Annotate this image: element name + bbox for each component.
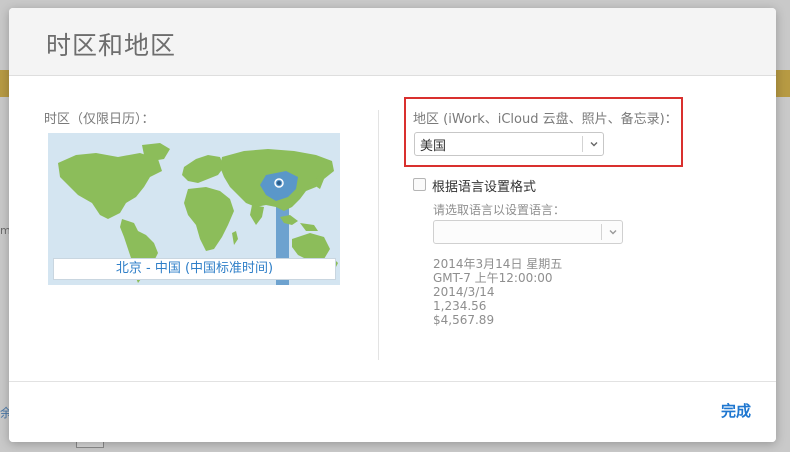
format-preview-short-date: 2014/3/14 [433,285,495,299]
dialog-header: 时区和地区 [9,8,776,76]
column-divider [378,110,379,360]
chevron-down-icon [590,142,598,147]
select-separator [582,136,583,152]
language-select [433,220,623,244]
select-separator [601,224,602,240]
dialog-title: 时区和地区 [46,31,177,60]
format-by-language-checkbox[interactable] [413,178,426,191]
dialog-footer: 完成 [9,381,776,442]
timezone-city-caption: 北京 - 中国 (中国标准时间) [53,258,336,280]
timezone-map[interactable]: 北京 - 中国 (中国标准时间) [48,133,340,285]
format-preview-date: 2014年3月14日 星期五 [433,257,563,271]
timezone-label: 时区（仅限日历）： [44,112,155,127]
format-preview: 2014年3月14日 星期五 GMT-7 上午12:00:00 2014/3/1… [433,257,562,327]
region-label: 地区 (iWork、iCloud 云盘、照片、备忘录)： [413,112,678,127]
format-preview-currency: $4,567.89 [433,313,495,327]
format-preview-time: GMT-7 上午12:00:00 [433,271,553,285]
region-select[interactable]: 美国 [414,132,604,156]
done-button[interactable]: 完成 [721,400,751,421]
format-by-language-label[interactable]: 根据语言设置格式 [432,176,536,195]
format-preview-number: 1,234.56 [433,299,487,313]
region-selected-value: 美国 [420,139,447,154]
language-prompt: 请选取语言以设置语言： [433,203,566,217]
chevron-down-icon [609,230,617,235]
timezone-region-dialog: 时区和地区 时区（仅限日历）： 北京 - 中国 (中国标准时间) 地区 (iWo… [9,8,776,442]
